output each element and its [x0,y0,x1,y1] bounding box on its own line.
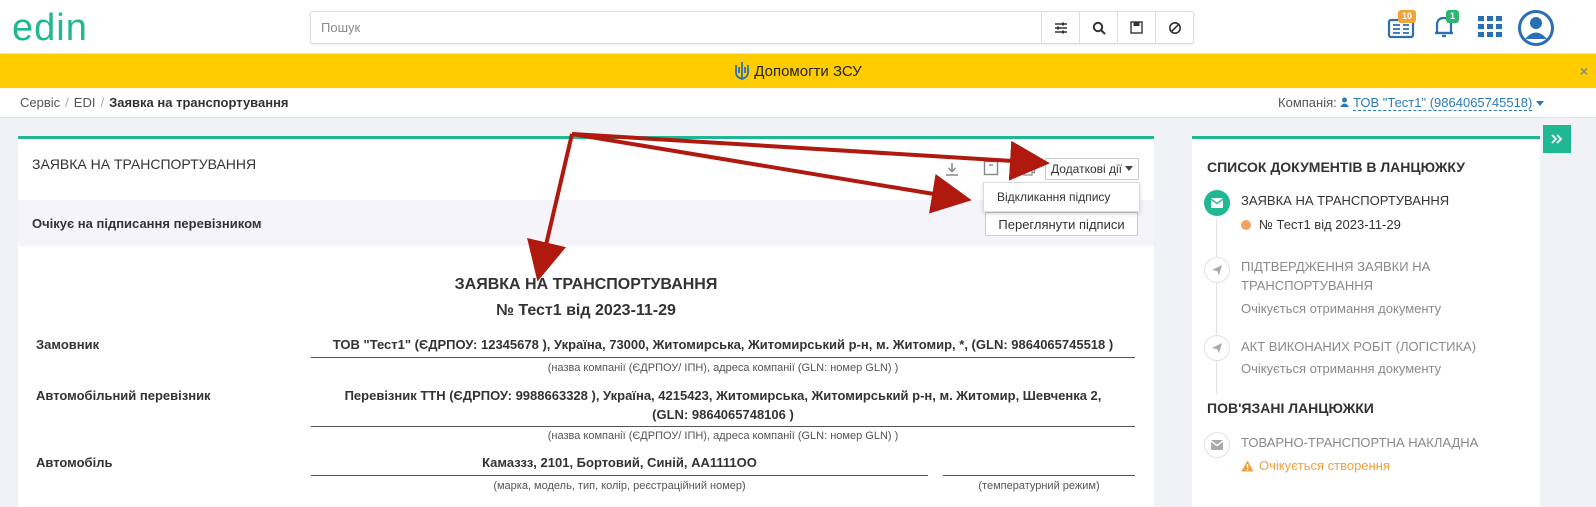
search-input[interactable] [311,12,1041,43]
support-banner[interactable]: Допомогти ЗСУ × [0,54,1596,88]
carrier-hint: (назва компанії (ЄДРПОУ/ ІПН), адреса ко… [547,430,899,442]
chain-item-title[interactable]: ЗАЯВКА НА ТРАНСПОРТУВАННЯ [1241,193,1449,208]
edin-logo-graphic: edin [12,7,88,49]
company-label: Компанія: [1278,95,1337,110]
breadcrumb-bar: Сервіс / EDI / Заявка на транспортування Ком… [0,88,1596,118]
related-heading: ПОВ'ЯЗАНІ ЛАНЦЮЖКИ [1207,400,1374,416]
print-button[interactable] [1020,160,1036,179]
related-item-title[interactable]: ТОВАРНО-ТРАНСПОРТНА НАКЛАДНА [1241,435,1478,450]
chain-item-title: ТРАНСПОРТУВАННЯ [1241,278,1374,293]
search-bar [310,11,1194,44]
top-bar: edin 10 1 [0,0,1596,54]
divider [311,357,1135,358]
chain-item-title: АКТ ВИКОНАНИХ РОБІТ (ЛОГІСТИКА) [1241,339,1477,354]
chain-line [1216,219,1217,394]
sliders-icon [1054,22,1067,33]
document-chain-panel: СПИСОК ДОКУМЕНТІВ В ЛАНЦЮЖКУ ЗАЯВКА НА Т… [1192,136,1540,507]
view-signatures-button[interactable]: Переглянути підписи [985,212,1138,236]
chain-item-number-text: № Тест1 від 2023-11-29 [1259,217,1401,232]
company-selector[interactable]: Компанія: ТОВ "Тест1" (9864065745518) [1278,95,1544,111]
banner-close-icon[interactable]: × [1580,63,1588,79]
chain-item-status: Очікується отримання документу [1241,301,1442,316]
vehicle-label: Автомобіль [36,455,113,470]
user-avatar[interactable] [1518,10,1554,49]
breadcrumb-edi[interactable]: EDI [74,95,96,110]
document-panel: ЗАЯВКА НА ТРАНСПОРТУВАННЯ Додаткові дії … [18,136,1154,507]
breadcrumb-separator: / [100,95,105,110]
extra-actions-button[interactable]: Додаткові дії [1045,158,1139,180]
envelope-icon [1204,432,1230,458]
breadcrumb: Сервіс / EDI / Заявка на транспортування [20,95,289,110]
customer-value: ТОВ "Тест1" (ЄДРПОУ: 12345678 ), Україна… [332,337,1114,352]
document-title: ЗАЯВКА НА ТРАНСПОРТУВАННЯ [454,276,718,293]
download-button[interactable] [945,162,959,179]
dropdown-item-revoke-signature[interactable]: Відкликання підпису [983,182,1140,212]
divider [943,475,1135,476]
status-dot [1241,219,1251,230]
chain-item-status: Очікується отримання документу [1241,361,1442,376]
customer-hint: (назва компанії (ЄДРПОУ/ ІПН), адреса ко… [547,362,899,374]
archive-badge: 10 [1398,10,1417,23]
temperature-hint: (температурний режим) [978,480,1100,492]
warning-icon [1241,460,1254,471]
status-text: Очікує на підписання перевізником [32,216,262,231]
notifications-badge: 1 [1446,10,1460,23]
archive-icon [983,160,999,176]
divider [311,426,1135,427]
archive-doc-button[interactable] [983,160,999,179]
save-search-button[interactable] [1117,12,1155,43]
expand-panel-button[interactable] [1543,125,1571,153]
apps-button[interactable] [1478,16,1502,41]
print-icon [1020,164,1036,176]
breadcrumb-service[interactable]: Сервіс [20,95,60,110]
send-icon [1204,335,1230,361]
filter-button[interactable] [1041,12,1079,43]
edin-logo[interactable]: edin [12,7,132,49]
trident-icon [735,62,750,80]
grid-icon [1478,16,1502,37]
double-chevron-right-icon [1551,134,1563,144]
search-icon [1092,21,1106,35]
clear-search-button[interactable] [1155,12,1193,43]
related-item-status: Очікується створення [1241,458,1390,473]
send-icon [1204,257,1230,283]
archive-button[interactable]: 10 [1386,10,1417,43]
envelope-icon [1204,190,1230,216]
vehicle-value: Камаззз, 2101, Бортовий, Синій, АА1111ОО [482,455,757,470]
document-number: № Тест1 від 2023-11-29 [496,302,676,319]
chain-item-title: ПІДТВЕРДЖЕННЯ ЗАЯВКИ НА [1241,259,1431,274]
related-item-status-text: Очікується створення [1259,458,1390,473]
extra-actions-label: Додаткові дії [1050,162,1122,176]
chain-item-number[interactable]: № Тест1 від 2023-11-29 [1241,217,1401,232]
document-header-title: ЗАЯВКА НА ТРАНСПОРТУВАННЯ [32,156,257,172]
download-icon [946,163,958,176]
search-button[interactable] [1079,12,1117,43]
vehicle-hint: (марка, модель, тип, колір, реєстраційни… [493,480,746,492]
floppy-icon [1130,21,1143,34]
user-small-icon [1340,97,1350,107]
carrier-value-line1: Перевізник ТТН (ЄДРПОУ: 9988663328 ), Ук… [344,388,1102,403]
chain-heading: СПИСОК ДОКУМЕНТІВ В ЛАНЦЮЖКУ [1207,159,1465,175]
customer-label: Замовник [36,337,100,352]
caret-down-icon [1536,101,1544,106]
ban-icon [1168,21,1181,34]
divider [311,475,928,476]
breadcrumb-current: Заявка на транспортування [109,95,289,110]
caret-down-icon [1125,166,1133,171]
breadcrumb-separator: / [65,95,69,110]
carrier-label: Автомобільний перевізник [36,388,211,403]
banner-text: Допомогти ЗСУ [754,62,862,80]
company-value[interactable]: ТОВ "Тест1" (9864065745518) [1353,95,1533,111]
notifications-button[interactable]: 1 [1432,10,1460,43]
svg-text:edin: edin [12,10,88,46]
user-icon [1518,10,1554,46]
carrier-value-line2: (GLN: 9864065748106 ) [652,407,794,422]
